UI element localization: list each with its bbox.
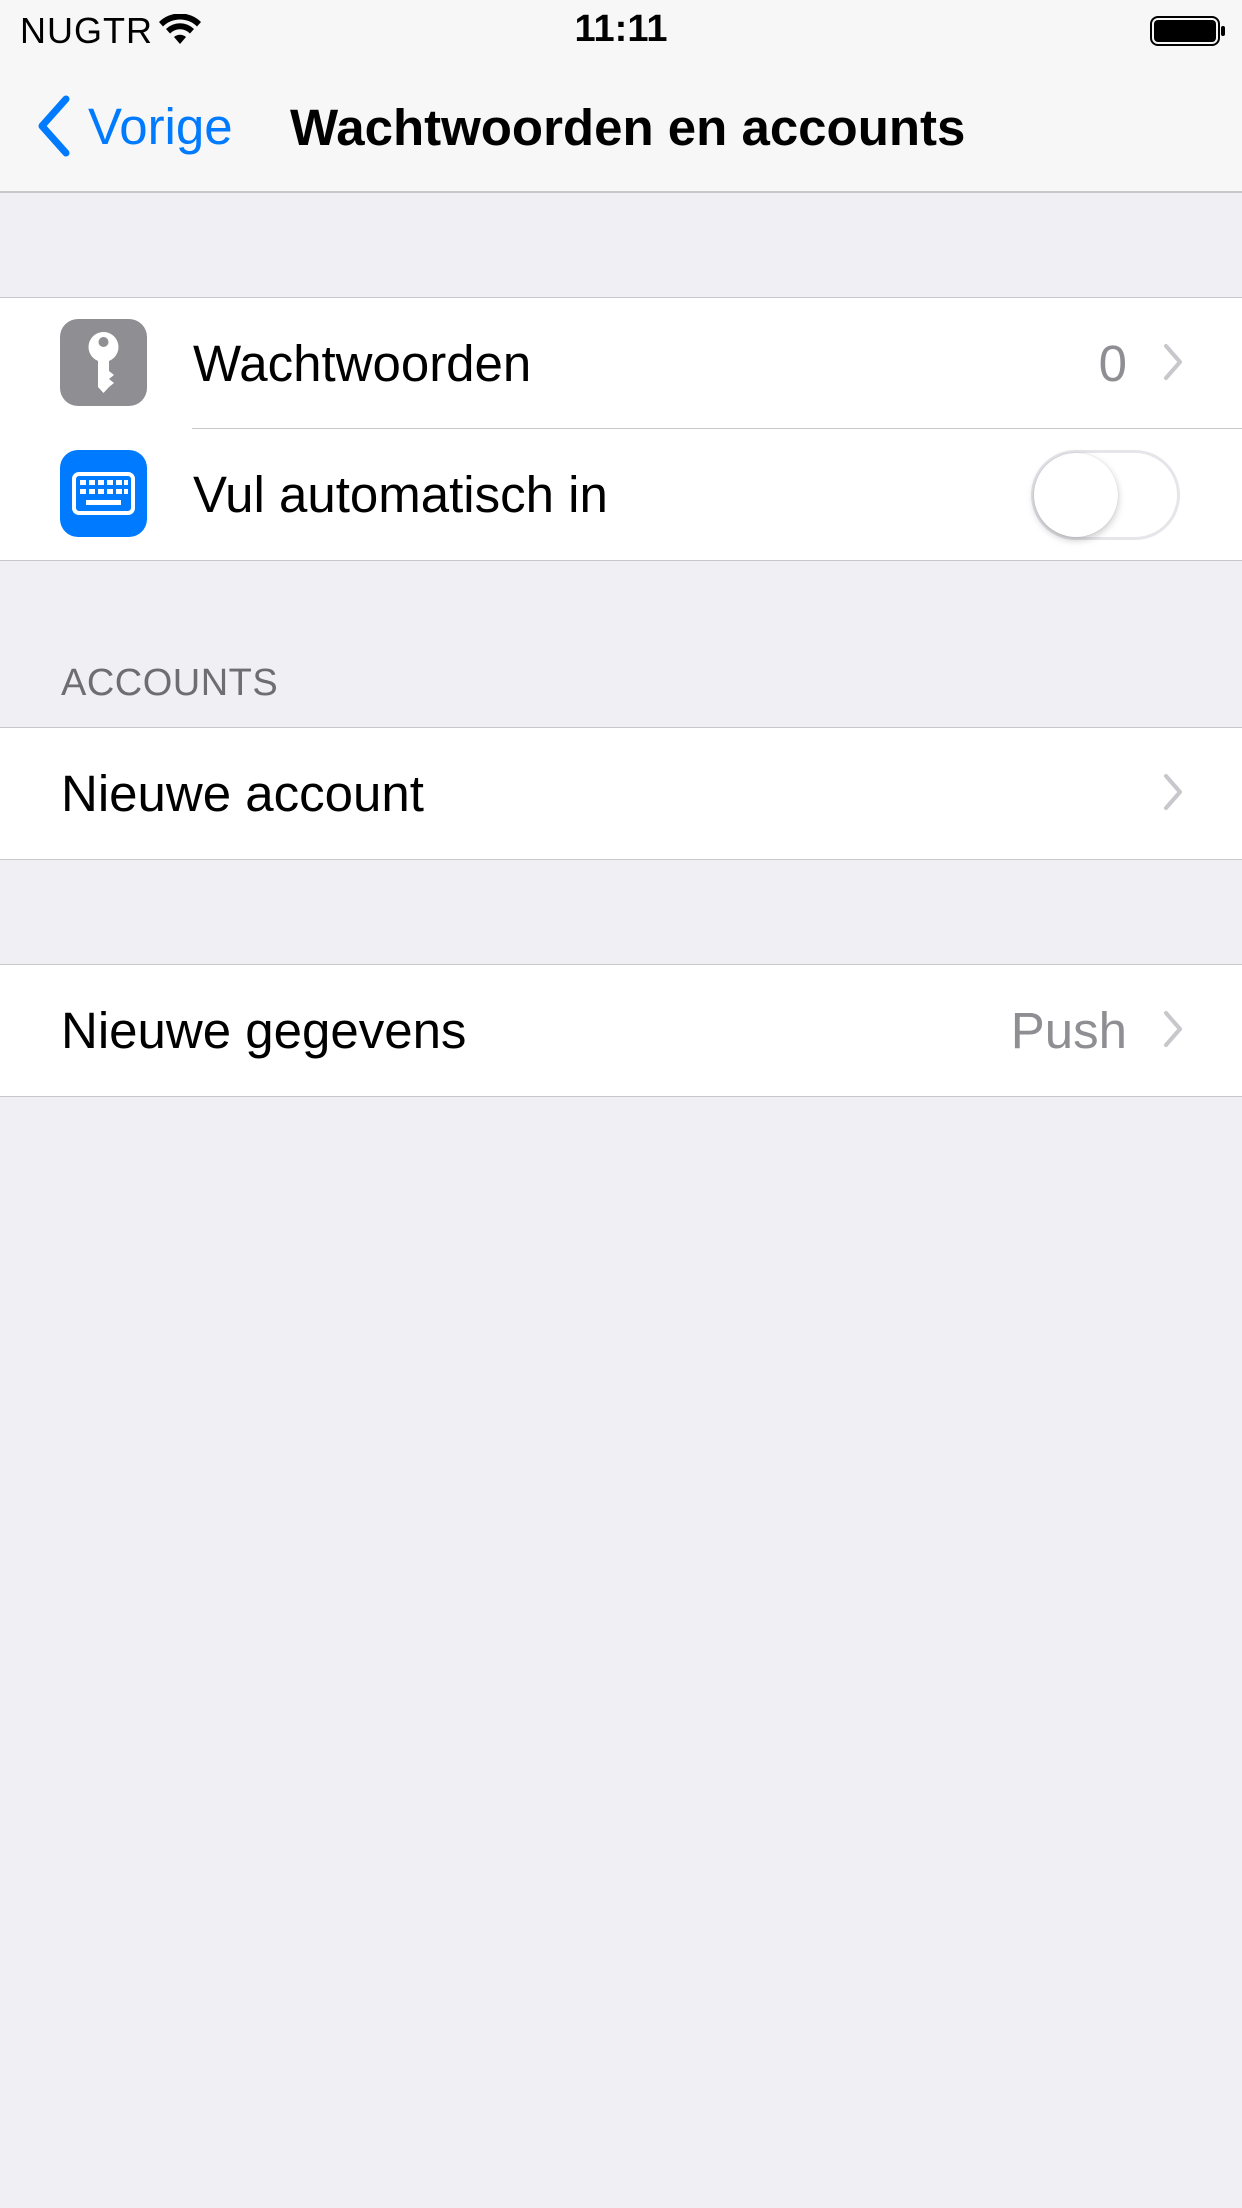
fetch-group: Nieuwe gegevens Push (0, 964, 1242, 1097)
passwords-row[interactable]: Wachtwoorden 0 (0, 298, 1242, 429)
page-title: Wachtwoorden en accounts (290, 99, 966, 156)
navigation-bar: Vorige Wachtwoorden en accounts (0, 60, 1242, 193)
fetch-new-data-label: Nieuwe gegevens (61, 1002, 467, 1059)
new-account-label: Nieuwe account (61, 765, 424, 822)
chevron-left-icon (38, 95, 70, 157)
fetch-new-data-value: Push (1010, 1002, 1127, 1059)
status-time: 11:11 (574, 8, 668, 50)
passwords-label: Wachtwoorden (193, 335, 532, 392)
autofill-toggle[interactable] (1031, 450, 1180, 540)
status-bar: NUGTR 11:11 (0, 0, 1242, 60)
chevron-right-icon (1164, 774, 1182, 810)
accounts-group: Nieuwe account (0, 727, 1242, 860)
new-account-row[interactable]: Nieuwe account (0, 728, 1242, 859)
back-button[interactable]: Vorige (36, 95, 233, 157)
key-icon (60, 319, 147, 406)
autofill-row: Vul automatisch in (0, 429, 1242, 560)
autofill-label: Vul automatisch in (193, 466, 608, 523)
chevron-right-icon (1164, 1011, 1182, 1047)
passwords-count: 0 (1098, 335, 1127, 392)
passwords-group: Wachtwoorden 0 Vul automatisch in (0, 297, 1242, 561)
chevron-right-icon (1164, 344, 1182, 380)
fetch-new-data-row[interactable]: Nieuwe gegevens Push (0, 965, 1242, 1096)
back-label: Vorige (88, 97, 233, 155)
battery-full-icon (1150, 16, 1225, 46)
keyboard-icon (60, 450, 147, 537)
toggle-knob (1034, 453, 1118, 537)
accounts-section-header: ACCOUNTS (61, 662, 279, 704)
